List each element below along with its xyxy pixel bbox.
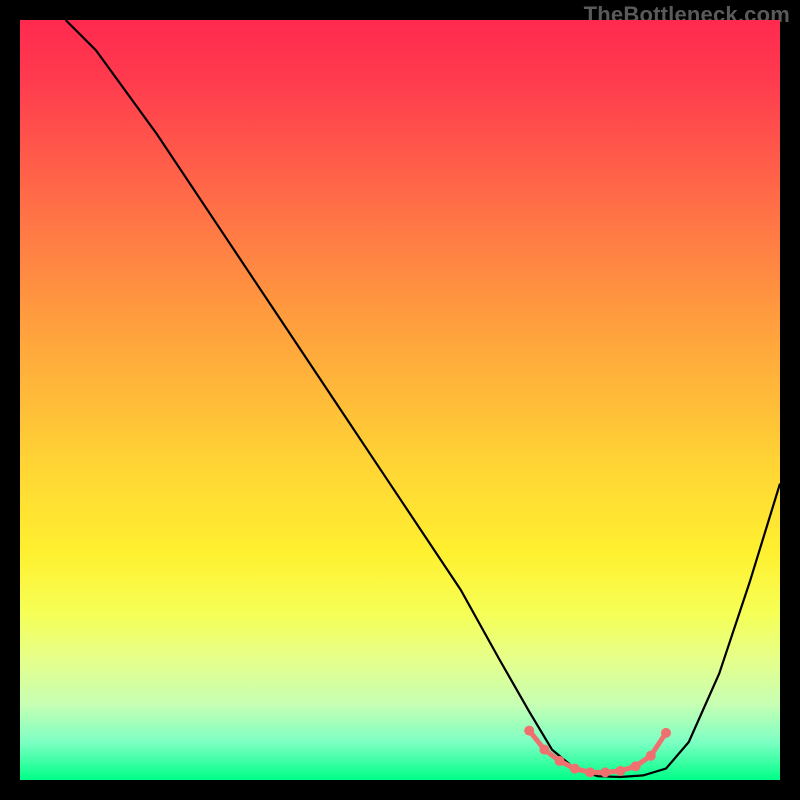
trough-marker-dot [615, 766, 625, 776]
chart-stage: TheBottleneck.com [0, 0, 800, 800]
trough-marker-dot [661, 728, 671, 738]
trough-marker-group [524, 726, 671, 778]
trough-marker-line [529, 731, 666, 773]
curve-svg [20, 20, 780, 780]
trough-marker-dot [600, 767, 610, 777]
trough-marker-dot [524, 726, 534, 736]
trough-marker-dot [585, 767, 595, 777]
gradient-plot-area [20, 20, 780, 780]
trough-marker-dot [555, 756, 565, 766]
trough-marker-dot [570, 764, 580, 774]
trough-marker-dot [631, 761, 641, 771]
bottleneck-curve-path [66, 20, 780, 777]
trough-marker-dot [646, 751, 656, 761]
trough-marker-dot [539, 745, 549, 755]
